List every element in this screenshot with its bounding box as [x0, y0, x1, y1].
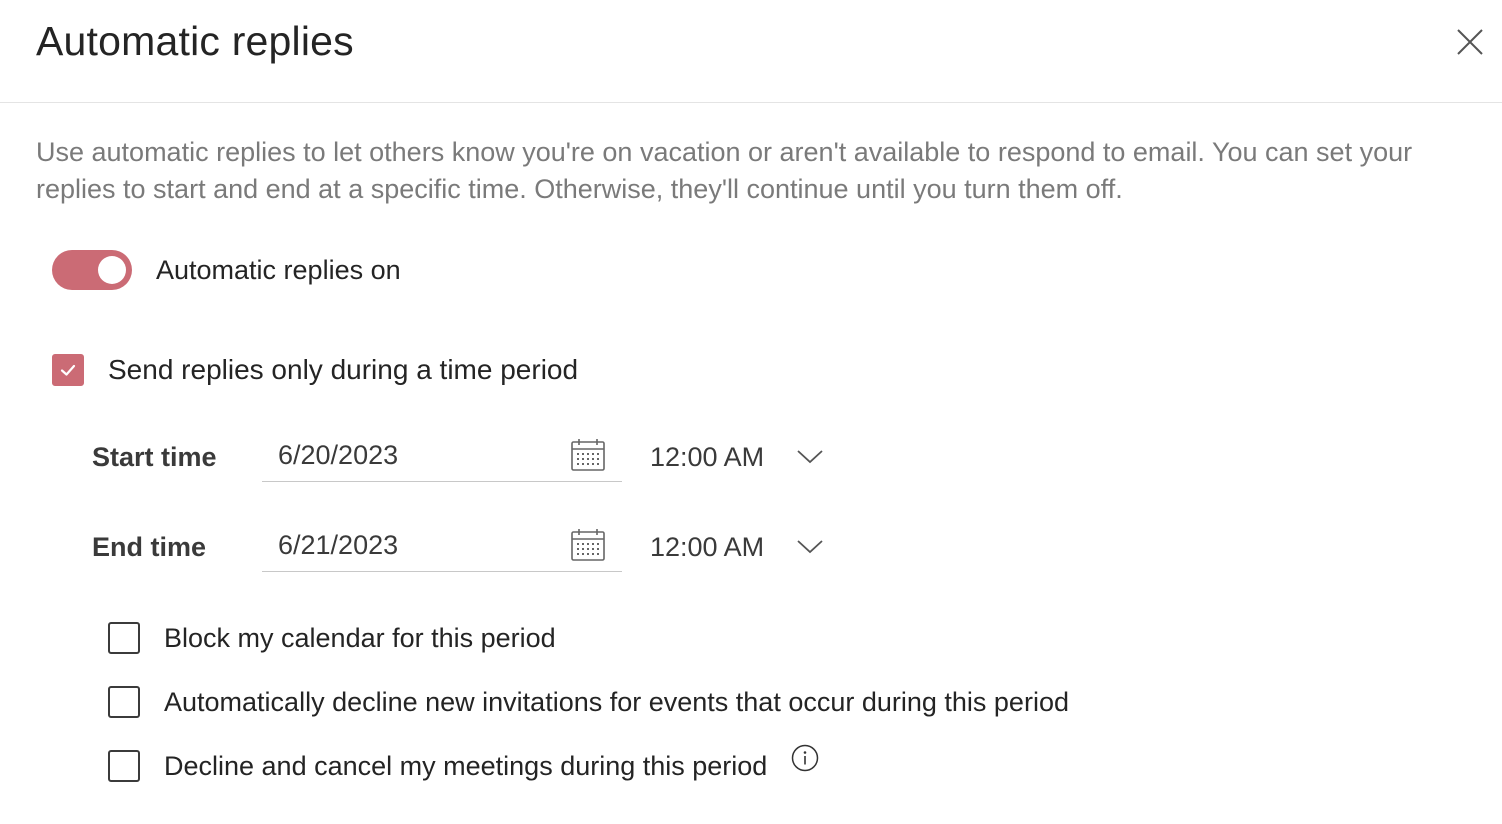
- automatic-replies-toggle-row: Automatic replies on: [52, 248, 401, 292]
- start-date-field[interactable]: 6/20/2023: [262, 432, 622, 482]
- cancel-meetings-label: Decline and cancel my meetings during th…: [164, 750, 768, 781]
- info-icon[interactable]: [791, 744, 819, 772]
- toggle-knob: [98, 256, 126, 284]
- chevron-down-icon: [796, 446, 824, 466]
- calendar-icon[interactable]: [570, 438, 606, 472]
- close-icon: [1450, 22, 1490, 62]
- start-time-label: Start time: [92, 442, 217, 472]
- start-time-select[interactable]: 12:00 AM: [650, 438, 830, 482]
- decline-invitations-checkbox[interactable]: [108, 686, 140, 718]
- block-calendar-checkbox[interactable]: [108, 622, 140, 654]
- option-row: Decline and cancel my meetings during th…: [108, 744, 819, 782]
- automatic-replies-toggle[interactable]: [52, 250, 132, 290]
- dialog-title: Automatic replies: [36, 18, 354, 64]
- start-date-value: 6/20/2023: [278, 440, 399, 470]
- end-date-field[interactable]: 6/21/2023: [262, 522, 622, 572]
- end-time-value: 12:00 AM: [650, 532, 765, 562]
- checkmark-icon: [58, 360, 78, 380]
- toggle-label: Automatic replies on: [156, 254, 401, 285]
- block-calendar-label: Block my calendar for this period: [164, 622, 556, 653]
- cancel-meetings-checkbox[interactable]: [108, 750, 140, 782]
- end-date-value: 6/21/2023: [278, 530, 399, 560]
- start-time-value: 12:00 AM: [650, 442, 765, 472]
- time-period-label: Send replies only during a time period: [108, 354, 579, 385]
- option-row: Block my calendar for this period: [108, 622, 556, 654]
- dialog-description: Use automatic replies to let others know…: [36, 137, 1413, 204]
- end-time-label: End time: [92, 532, 207, 562]
- calendar-icon[interactable]: [570, 528, 606, 562]
- dialog-header: Automatic replies: [0, 0, 1502, 103]
- chevron-down-icon: [796, 536, 824, 556]
- time-period-checkbox[interactable]: [52, 354, 84, 386]
- close-button[interactable]: [1450, 22, 1490, 62]
- option-row: Automatically decline new invitations fo…: [108, 686, 1069, 718]
- time-period-row: Send replies only during a time period: [52, 354, 578, 386]
- decline-invitations-label: Automatically decline new invitations fo…: [164, 686, 1069, 717]
- end-time-select[interactable]: 12:00 AM: [650, 528, 830, 572]
